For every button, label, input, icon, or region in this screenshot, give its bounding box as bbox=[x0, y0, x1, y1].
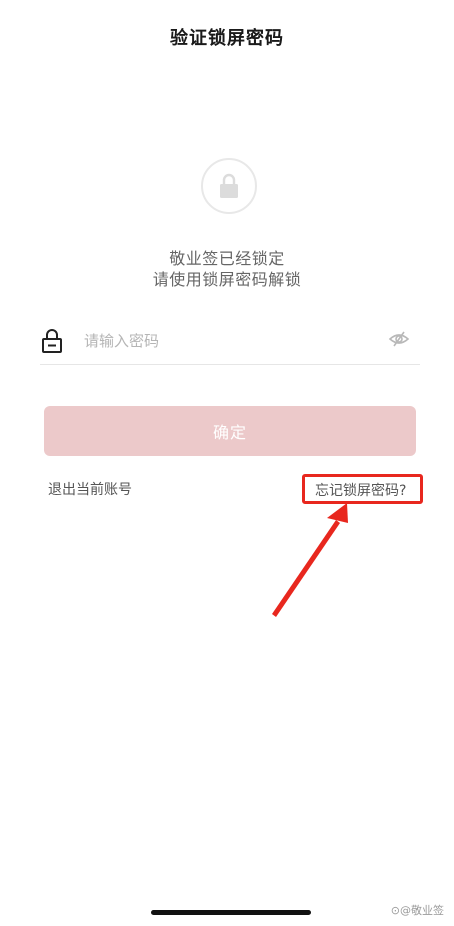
lock-badge bbox=[201, 158, 257, 214]
padlock-icon bbox=[40, 328, 64, 358]
annotation-arrow bbox=[272, 503, 348, 617]
logout-link[interactable]: 退出当前账号 bbox=[48, 479, 132, 499]
password-input[interactable] bbox=[84, 326, 374, 356]
lock-icon bbox=[220, 173, 238, 198]
page-title: 验证锁屏密码 bbox=[170, 28, 284, 49]
confirm-button[interactable]: 确定 bbox=[44, 406, 416, 456]
unlock-instruction: 请使用锁屏密码解锁 bbox=[152, 270, 302, 289]
eye-off-icon[interactable] bbox=[388, 330, 410, 352]
home-indicator bbox=[151, 910, 311, 915]
password-row bbox=[40, 322, 420, 365]
forgot-password-link[interactable]: 忘记锁屏密码? bbox=[315, 480, 406, 500]
watermark: ⊙@敬业签 bbox=[390, 904, 444, 917]
